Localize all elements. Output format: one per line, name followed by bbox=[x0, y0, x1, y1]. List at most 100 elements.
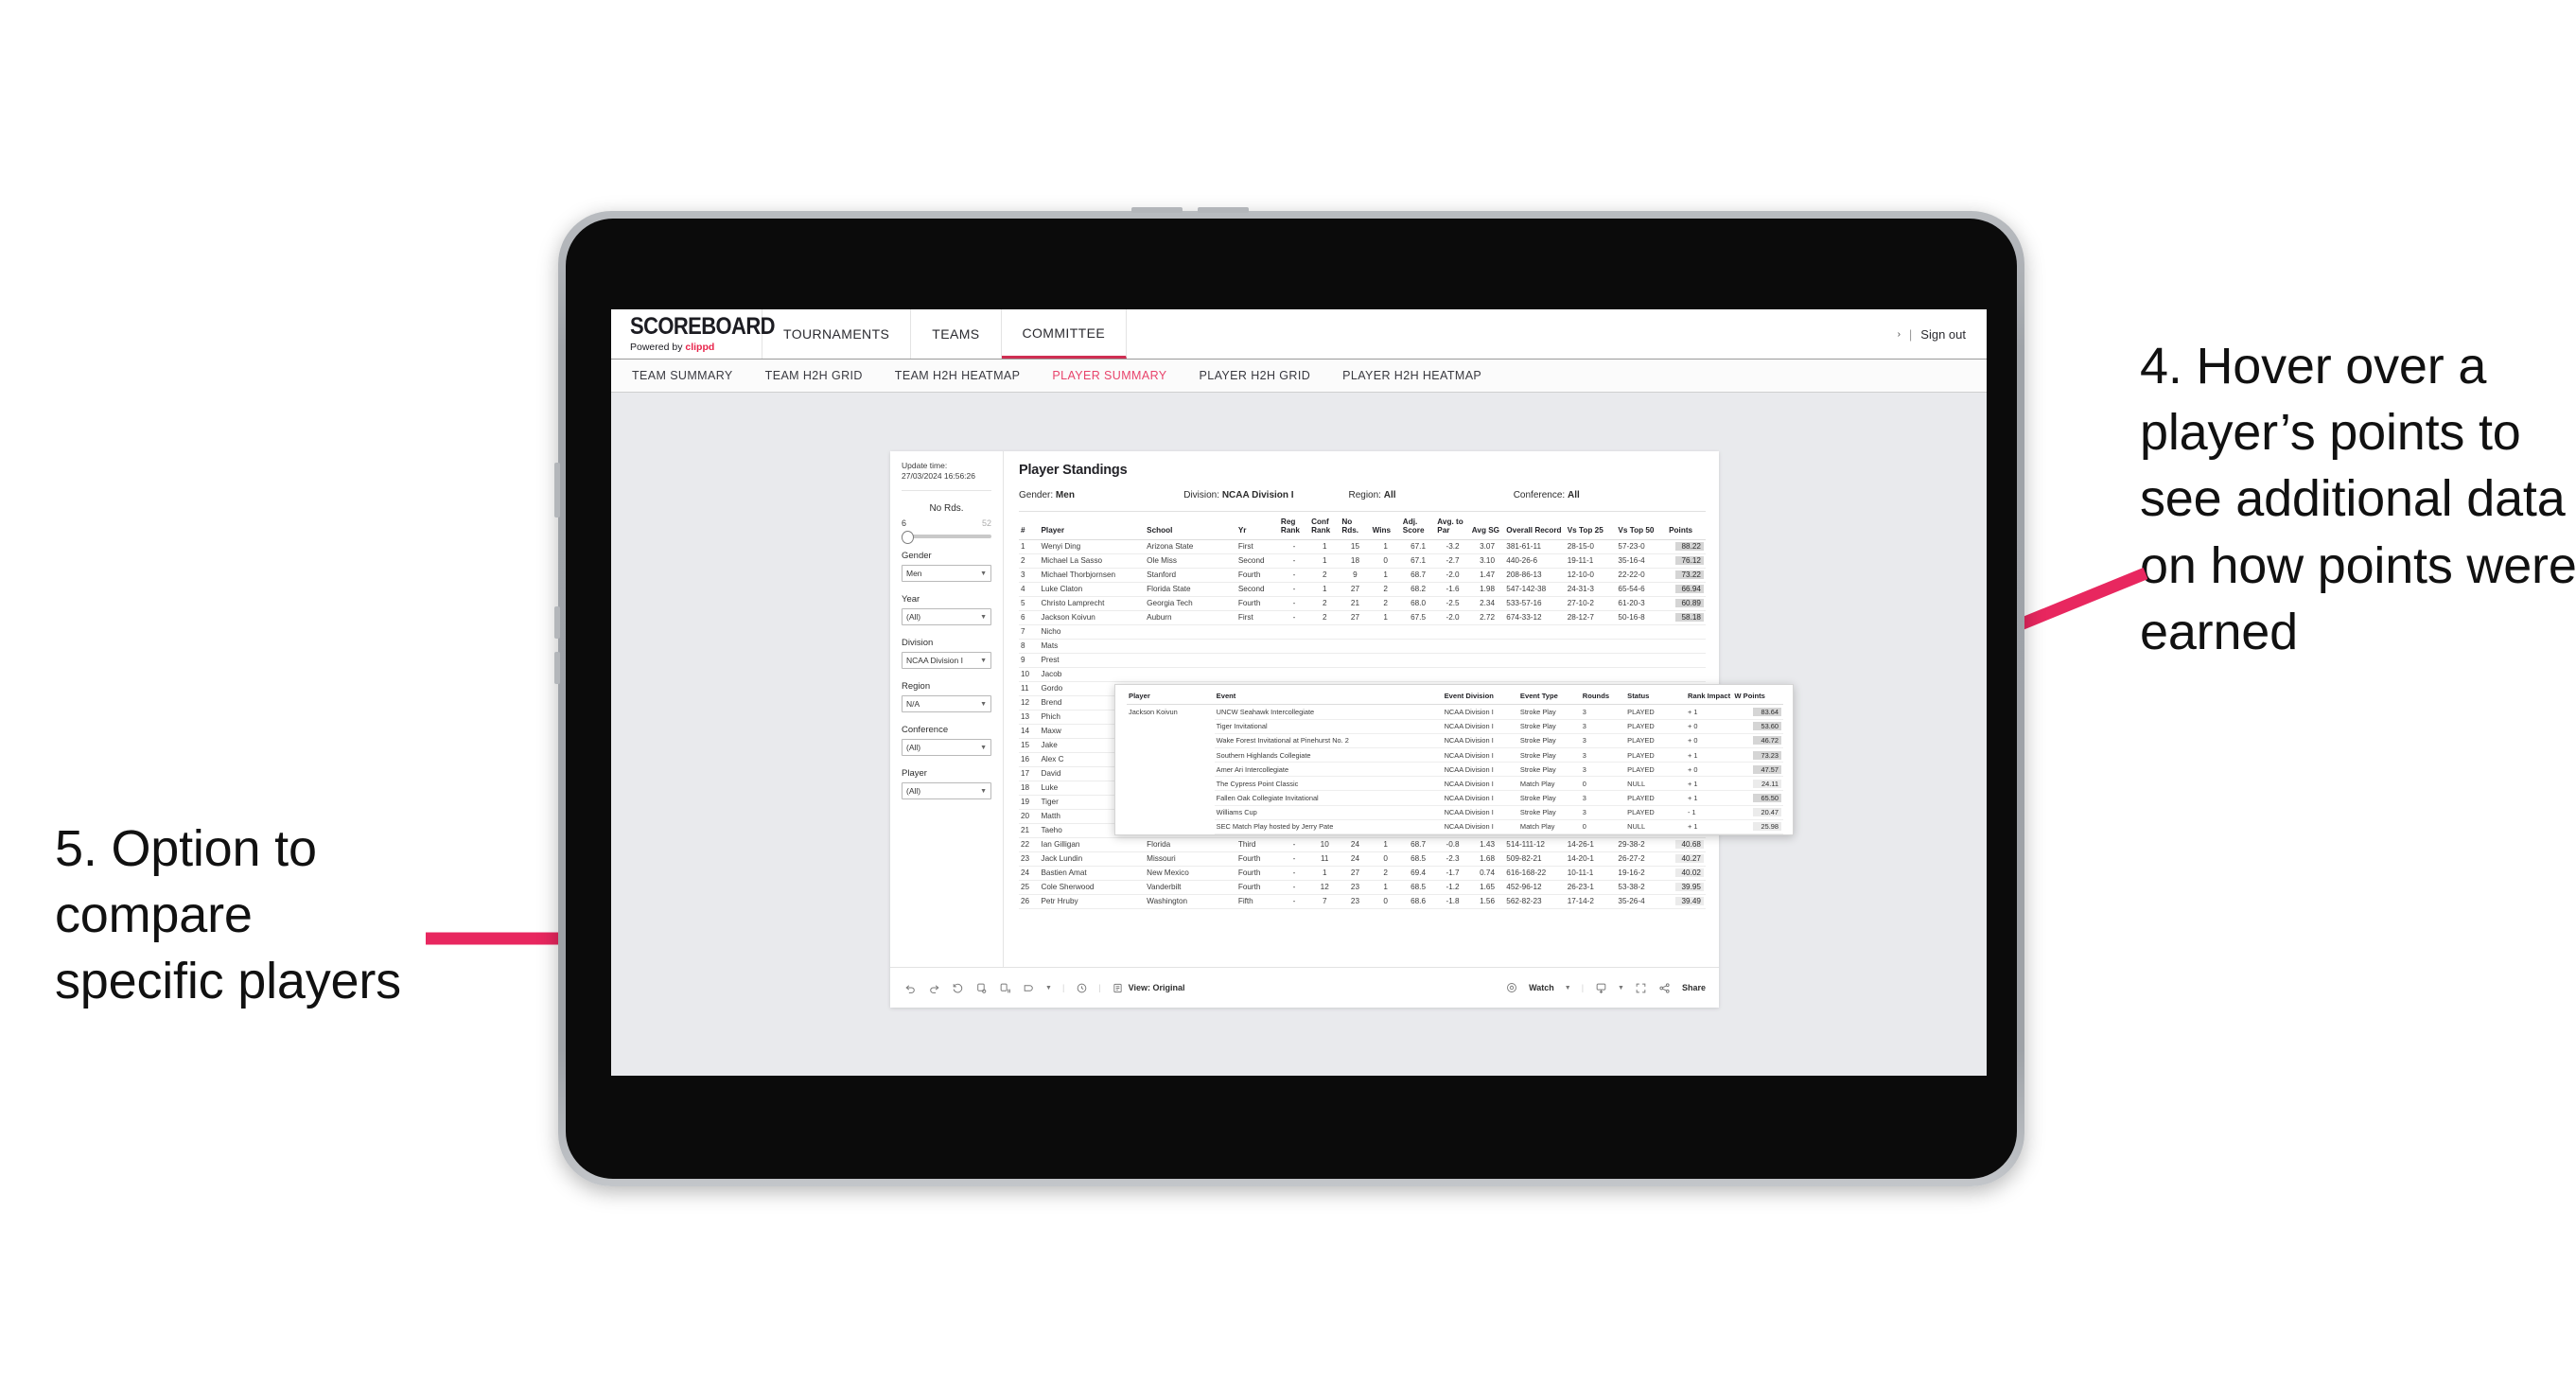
col-vs-top-50[interactable]: Vs Top 50 bbox=[1616, 516, 1668, 540]
watch-icon[interactable] bbox=[1505, 981, 1518, 994]
subnav-item-player-h2h-grid[interactable]: PLAYER H2H GRID bbox=[1200, 369, 1311, 382]
share-label[interactable]: Share bbox=[1682, 983, 1706, 992]
col-no-rds[interactable]: No Rds. bbox=[1340, 516, 1371, 540]
table-row[interactable]: 5 Christo Lamprecht Georgia Tech Fourth -2 21… bbox=[1019, 596, 1706, 611]
standings-cell: 28-15-0 bbox=[1565, 539, 1617, 554]
topnav-item-tournaments[interactable]: TOURNAMENTS bbox=[762, 309, 912, 359]
standings-cell: Missouri bbox=[1145, 851, 1236, 867]
table-row[interactable]: 22 Ian Gilligan Florida Third -10 24 1 68.7 -0.8… bbox=[1019, 837, 1706, 852]
table-row[interactable]: 6 Jackson Koivun Auburn First -2 27 1 67.5 -2.0 2… bbox=[1019, 610, 1706, 625]
standings-cell: 1 bbox=[1370, 880, 1401, 895]
points-value[interactable]: 58.18 bbox=[1675, 613, 1704, 623]
standings-cell: 68.7 bbox=[1400, 568, 1436, 583]
table-row[interactable]: 2 Michael La Sasso Ole Miss Second -1 18 0 67.1… bbox=[1019, 553, 1706, 569]
revert-icon[interactable] bbox=[951, 981, 964, 994]
col-rank[interactable]: # bbox=[1019, 516, 1040, 540]
topnav-item-committee[interactable]: COMMITTEE bbox=[1001, 309, 1128, 359]
table-row[interactable]: 9 Prest bbox=[1019, 653, 1706, 668]
col-adj-score[interactable]: Adj. Score bbox=[1400, 516, 1436, 540]
points-value[interactable]: 40.27 bbox=[1675, 854, 1704, 864]
no-rounds-slider[interactable] bbox=[902, 531, 991, 545]
export-icon[interactable] bbox=[1022, 981, 1035, 994]
fullscreen-icon[interactable] bbox=[1635, 981, 1648, 994]
table-row[interactable]: 26 Petr Hruby Washington Fifth -7 23 0 68.6 -1.8… bbox=[1019, 894, 1706, 909]
points-value[interactable]: 76.12 bbox=[1675, 556, 1704, 566]
export-chevron-down-icon[interactable]: ▼ bbox=[1045, 985, 1052, 991]
table-row[interactable]: 3 Michael Thorbjornsen Stanford Fourth -2 9 1 6… bbox=[1019, 568, 1706, 583]
slider-handle[interactable] bbox=[902, 531, 914, 545]
redo-icon[interactable] bbox=[927, 981, 940, 994]
standings-cell: 562-82-23 bbox=[1504, 894, 1566, 909]
table-row[interactable]: 1 Wenyi Ding Arizona State First -1 15 1 67.1 -3… bbox=[1019, 539, 1706, 554]
table-row[interactable]: 23 Jack Lundin Missouri Fourth -11 24 0 68.5 -2.… bbox=[1019, 851, 1706, 867]
points-value[interactable]: 39.95 bbox=[1675, 883, 1704, 892]
download-icon[interactable] bbox=[1594, 981, 1607, 994]
watch-chevron-down-icon[interactable]: ▼ bbox=[1565, 985, 1571, 991]
sign-out-link[interactable]: Sign out bbox=[1920, 327, 1966, 342]
subnav-item-team-h2h-heatmap[interactable]: TEAM H2H HEATMAP bbox=[895, 369, 1021, 382]
table-row[interactable]: 4 Luke Claton Florida State Second -1 27 2 68.2… bbox=[1019, 582, 1706, 597]
col-player[interactable]: Player bbox=[1039, 516, 1146, 540]
share-icon[interactable] bbox=[1658, 981, 1672, 994]
table-row[interactable]: 25 Cole Sherwood Vanderbilt Fourth -12 23 1 68.… bbox=[1019, 880, 1706, 895]
filter-conference-select[interactable]: (All) ▼ bbox=[902, 739, 991, 757]
tooltip-cell: 47.57 bbox=[1732, 762, 1783, 778]
table-row[interactable]: 8 Mats bbox=[1019, 639, 1706, 654]
filter-conference-label: Conference bbox=[902, 725, 949, 736]
subnav-item-team-summary[interactable]: TEAM SUMMARY bbox=[632, 369, 733, 382]
standings-cell: 21 bbox=[1019, 823, 1040, 838]
standings-cell: Fourth bbox=[1235, 880, 1279, 895]
col-avg-to-par[interactable]: Avg. to Par bbox=[1435, 516, 1470, 540]
view-original-button[interactable]: View: Original bbox=[1112, 981, 1184, 994]
table-row[interactable]: 24 Bastien Amat New Mexico Fourth -1 27 2 69.4-… bbox=[1019, 866, 1706, 881]
points-value[interactable]: 73.22 bbox=[1675, 570, 1704, 580]
points-value[interactable]: 88.22 bbox=[1675, 542, 1704, 552]
data-details-icon[interactable] bbox=[1075, 981, 1088, 994]
chevron-right-icon[interactable]: › bbox=[1898, 329, 1901, 340]
pause-auto-updates-icon[interactable] bbox=[998, 981, 1011, 994]
col-vs-top-25[interactable]: Vs Top 25 bbox=[1565, 516, 1617, 540]
filter-gender-select[interactable]: Men ▼ bbox=[902, 565, 991, 583]
col-reg-rank[interactable]: Reg Rank bbox=[1278, 516, 1310, 540]
points-value[interactable]: 39.49 bbox=[1675, 897, 1704, 906]
table-row[interactable]: 10 Jacob bbox=[1019, 667, 1706, 682]
table-row[interactable]: 7 Nicho bbox=[1019, 624, 1706, 640]
standings-cell: 73.22 bbox=[1667, 568, 1706, 583]
refresh-icon[interactable] bbox=[974, 981, 988, 994]
active-filter-conference-value: All bbox=[1567, 490, 1580, 500]
standings-cell: Third bbox=[1235, 837, 1279, 852]
undo-icon[interactable] bbox=[903, 981, 917, 994]
tooltip-table: Player Event Event Division Event Type R… bbox=[1127, 692, 1783, 834]
subnav-item-player-summary[interactable]: PLAYER SUMMARY bbox=[1052, 369, 1166, 382]
filter-division-select[interactable]: NCAA Division I ▼ bbox=[902, 652, 991, 670]
standings-cell: Arizona State bbox=[1145, 539, 1236, 554]
points-value[interactable]: 40.02 bbox=[1675, 868, 1704, 878]
tip-col-rounds: Rounds bbox=[1580, 692, 1626, 706]
col-avg-sg[interactable]: Avg SG bbox=[1469, 516, 1505, 540]
download-chevron-down-icon[interactable]: ▼ bbox=[1618, 985, 1624, 991]
col-conf-rank[interactable]: Conf Rank bbox=[1309, 516, 1341, 540]
tooltip-cell: PLAYED bbox=[1625, 747, 1686, 763]
standings-cell: 1 bbox=[1309, 582, 1341, 597]
points-value[interactable]: 40.68 bbox=[1675, 840, 1704, 850]
active-filter-gender-label: Gender: bbox=[1019, 490, 1054, 500]
filter-player-select[interactable]: (All) ▼ bbox=[902, 782, 991, 800]
filter-year-select[interactable]: (All) ▼ bbox=[902, 608, 991, 626]
standings-cell bbox=[1504, 653, 1566, 668]
filter-region-select[interactable]: N/A ▼ bbox=[902, 695, 991, 713]
col-school[interactable]: School bbox=[1145, 516, 1236, 540]
points-value[interactable]: 60.89 bbox=[1675, 599, 1704, 608]
watch-label[interactable]: Watch bbox=[1529, 983, 1554, 992]
col-overall-rec[interactable]: Overall Record bbox=[1504, 516, 1566, 540]
col-points[interactable]: Points bbox=[1667, 516, 1706, 540]
standings-cell bbox=[1145, 653, 1236, 668]
points-value[interactable]: 66.94 bbox=[1675, 585, 1704, 594]
col-wins[interactable]: Wins bbox=[1370, 516, 1401, 540]
subnav-item-team-h2h-grid[interactable]: TEAM H2H GRID bbox=[765, 369, 863, 382]
tooltip-row: Jackson Koivun UNCW Seahawk Intercollegia… bbox=[1127, 704, 1783, 720]
topnav-item-teams[interactable]: TEAMS bbox=[911, 309, 1002, 359]
tooltip-cell: 65.50 bbox=[1732, 790, 1783, 806]
chevron-down-icon: ▼ bbox=[980, 613, 987, 621]
subnav-item-player-h2h-heatmap[interactable]: PLAYER H2H HEATMAP bbox=[1342, 369, 1481, 382]
col-yr[interactable]: Yr bbox=[1235, 516, 1279, 540]
